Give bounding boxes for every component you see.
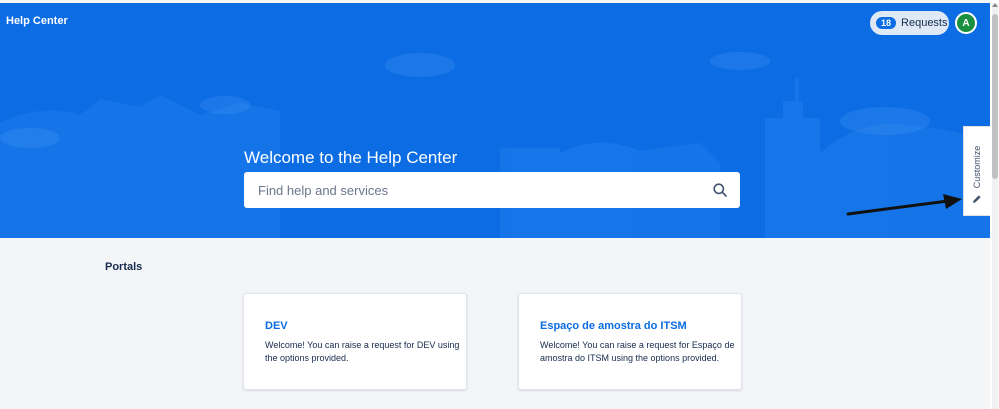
customize-label: Customize — [972, 145, 982, 189]
portal-card-description: Welcome! You can raise a request for DEV… — [265, 340, 460, 363]
portals-heading: Portals — [105, 261, 143, 273]
search-icon[interactable] — [712, 182, 728, 198]
scroll-up-arrow-icon[interactable] — [992, 3, 998, 7]
search-input[interactable] — [256, 181, 712, 199]
vertical-scrollbar[interactable] — [990, 0, 999, 409]
search-bar[interactable] — [244, 172, 740, 208]
portal-card-itsm[interactable]: Espaço de amostra do ITSM Welcome! You c… — [518, 293, 742, 390]
portal-card-title[interactable]: DEV — [265, 320, 288, 332]
portal-card-title[interactable]: Espaço de amostra do ITSM — [540, 320, 687, 332]
user-avatar[interactable]: A — [955, 12, 977, 34]
scrollbar-thumb[interactable] — [992, 14, 998, 179]
pencil-icon — [973, 195, 981, 203]
requests-count-badge: 18 — [876, 17, 897, 29]
portal-card-dev[interactable]: DEV Welcome! You can raise a request for… — [243, 293, 467, 390]
requests-label: Requests — [901, 17, 948, 29]
welcome-heading: Welcome to the Help Center — [244, 148, 458, 167]
app-title[interactable]: Help Center — [6, 15, 68, 27]
page: Help Center 18 Requests A Welcome to the… — [0, 0, 990, 409]
portal-card-description: Welcome! You can raise a request for Esp… — [540, 340, 735, 363]
requests-button[interactable]: 18 Requests — [870, 11, 949, 35]
annotation-arrow — [846, 194, 962, 216]
